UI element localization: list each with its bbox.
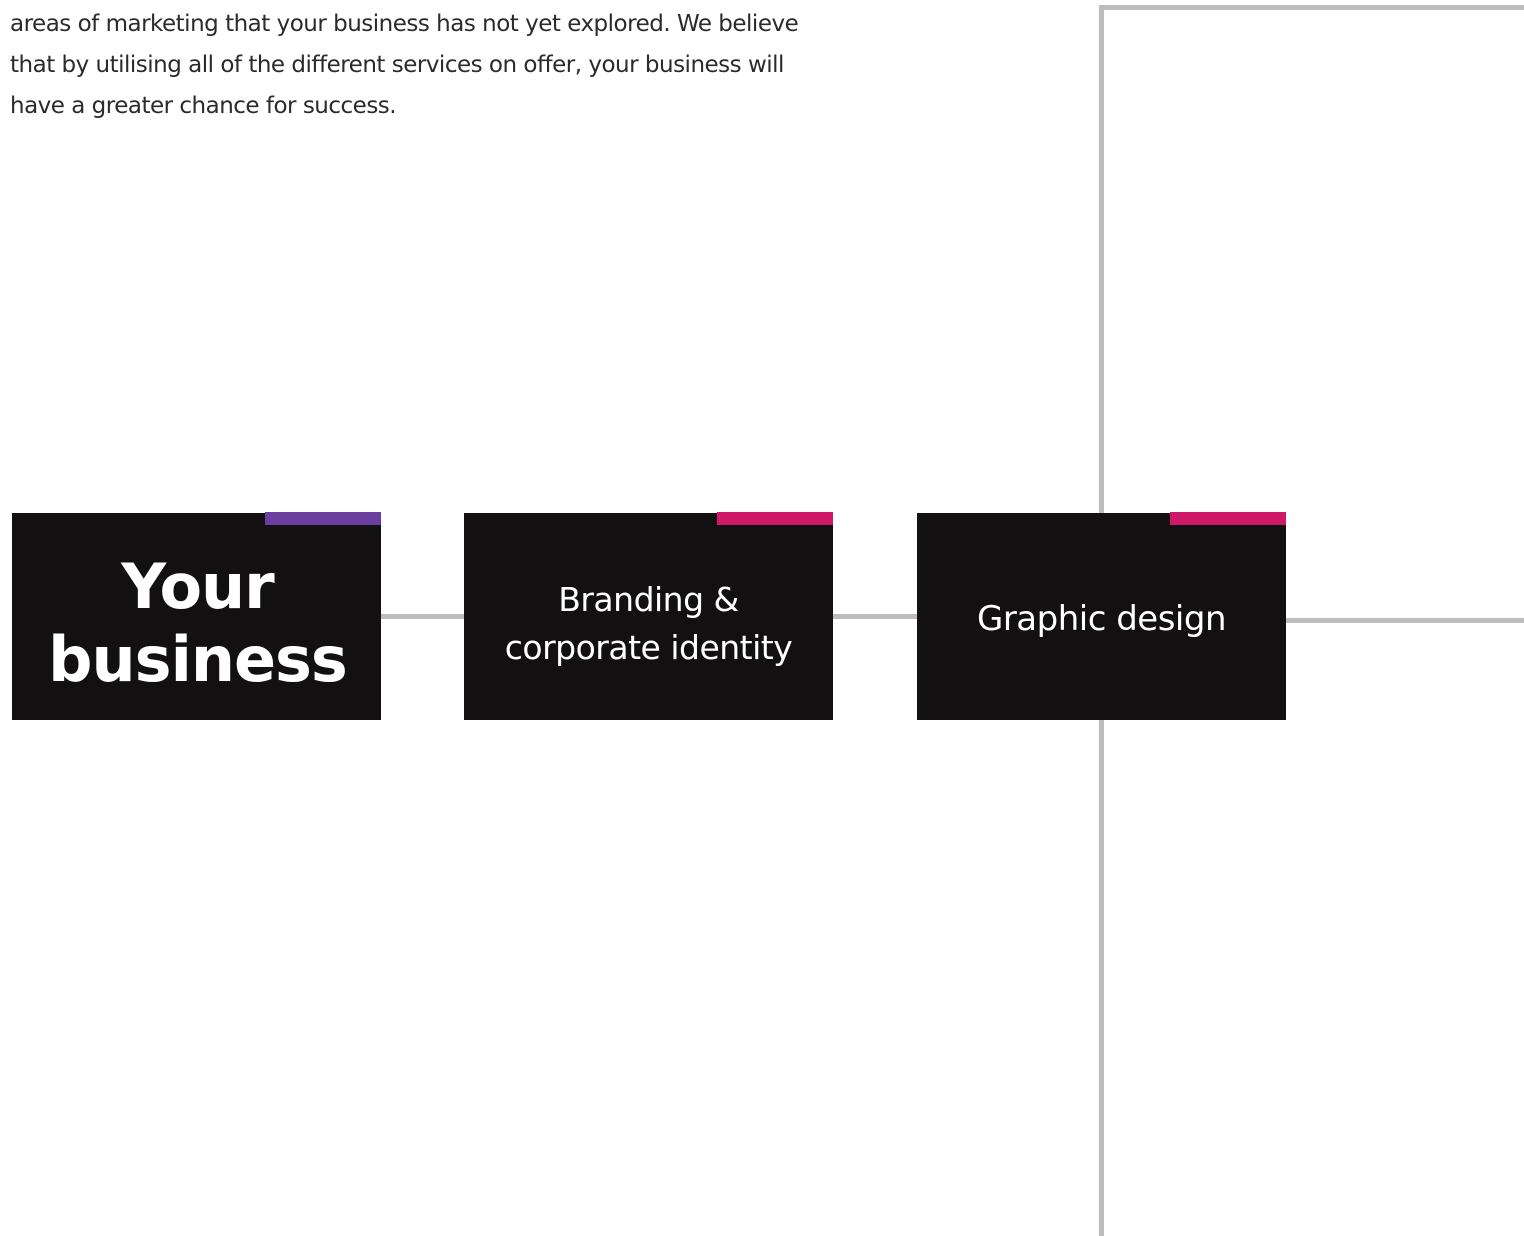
- connector-line-top: [1099, 5, 1524, 10]
- node-label: Your business: [48, 549, 348, 696]
- connector-line-vertical-lower: [1099, 718, 1104, 1236]
- connector-line-vertical-upper: [1099, 5, 1104, 515]
- node-your-business: Your business: [12, 512, 381, 720]
- accent-bar: [1170, 512, 1286, 525]
- connector-line-2-3: [832, 614, 918, 619]
- node-label: Branding & corporate identity: [504, 579, 793, 667]
- node-branding-corporate-identity: Branding & corporate identity: [464, 512, 833, 720]
- accent-bar: [717, 512, 833, 525]
- intro-line: have a greater chance for success.: [10, 93, 397, 119]
- connector-line-3-right: [1285, 618, 1524, 623]
- intro-line: that by utilising all of the different s…: [10, 52, 784, 78]
- node-graphic-design: Graphic design: [917, 512, 1286, 720]
- node-label: Graphic design: [976, 598, 1227, 639]
- connector-line-1-2: [380, 614, 465, 619]
- accent-bar: [265, 512, 381, 525]
- intro-paragraph: areas of marketing that your business ha…: [10, 4, 880, 127]
- intro-line: areas of marketing that your business ha…: [10, 11, 799, 37]
